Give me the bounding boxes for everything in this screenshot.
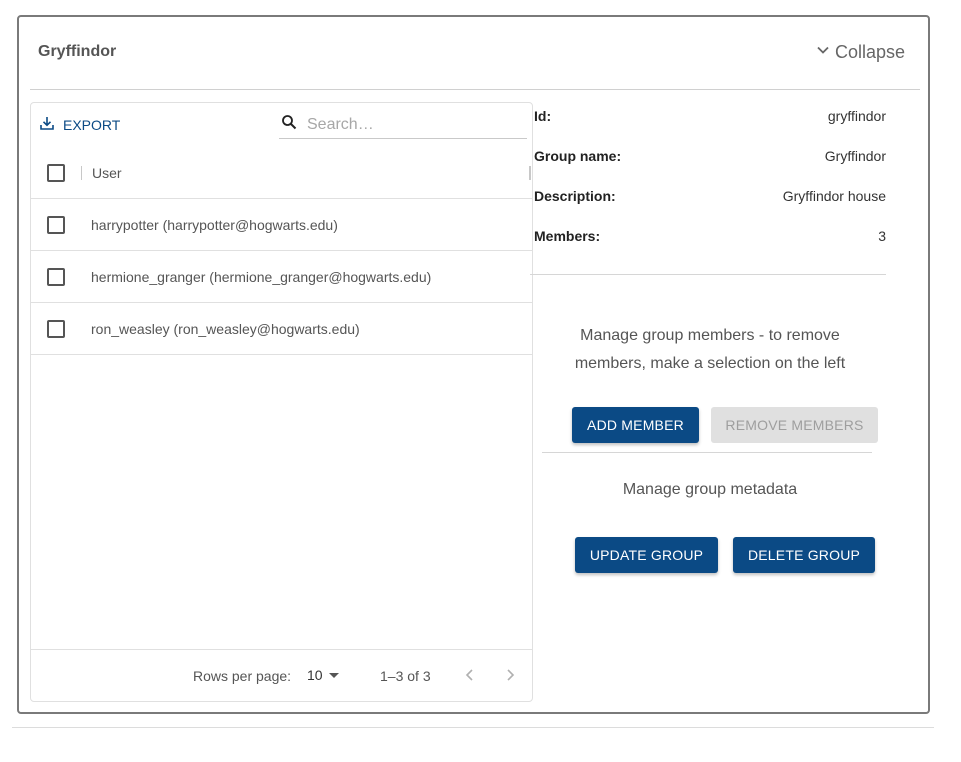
detail-row-description: Description: Gryffindor house <box>530 180 886 220</box>
detail-key: Id: <box>534 108 552 124</box>
collapse-label: Collapse <box>834 42 905 62</box>
manage-metadata-text: Manage group metadata <box>622 481 798 498</box>
delete-group-button[interactable]: DELETE GROUP <box>733 537 875 573</box>
header-divider <box>30 89 920 90</box>
detail-key: Group name: <box>534 148 622 164</box>
search-icon <box>281 114 297 135</box>
caret-down-icon <box>328 667 339 683</box>
detail-value: Gryffindor <box>824 148 886 164</box>
chevron-left-icon <box>465 669 473 681</box>
table-row[interactable]: harrypotter (harrypotter@hogwarts.edu) <box>31 199 532 251</box>
pagination-range: 1–3 of 3 <box>380 668 431 684</box>
rows-per-page-value: 10 <box>307 667 323 683</box>
group-title: Gryffindor <box>38 43 117 60</box>
column-separator <box>81 165 82 180</box>
chevron-down-icon <box>815 42 831 63</box>
user-cell: hermione_granger (hermione_granger@hogwa… <box>91 268 432 285</box>
page-divider <box>12 727 934 728</box>
next-page-button[interactable] <box>501 666 519 684</box>
detail-value: 3 <box>878 228 886 244</box>
grid-footer: Rows per page: 10 1–3 of 3 <box>31 649 532 702</box>
search-input[interactable] <box>305 114 505 135</box>
detail-row-group-name: Group name: Gryffindor <box>530 140 886 180</box>
search-box <box>279 111 527 139</box>
detail-value: gryffindor <box>827 108 886 124</box>
grid-toolbar: EXPORT <box>31 103 532 147</box>
add-member-button[interactable]: ADD MEMBER <box>572 407 699 443</box>
download-icon <box>39 115 55 134</box>
section-divider <box>542 452 872 453</box>
column-header-row: User <box>31 147 532 199</box>
export-label: EXPORT <box>63 116 121 133</box>
detail-row-members: Members: 3 <box>530 220 886 260</box>
detail-key: Members: <box>534 228 601 244</box>
row-checkbox[interactable] <box>47 215 65 234</box>
select-all-checkbox[interactable] <box>47 163 65 182</box>
chevron-right-icon <box>507 669 515 681</box>
update-group-button[interactable]: UPDATE GROUP <box>575 537 718 573</box>
user-cell: harrypotter (harrypotter@hogwarts.edu) <box>91 216 338 233</box>
remove-members-button: REMOVE MEMBERS <box>711 407 878 443</box>
card-header: Gryffindor Collapse <box>19 17 928 89</box>
rows-per-page-label: Rows per page: <box>193 668 292 684</box>
column-header-user[interactable]: User <box>92 165 122 181</box>
row-checkbox[interactable] <box>47 267 65 286</box>
table-row[interactable]: hermione_granger (hermione_granger@hogwa… <box>31 251 532 303</box>
export-button[interactable]: EXPORT <box>39 115 120 134</box>
manage-members-text: Manage group members - to remove members… <box>574 327 846 372</box>
table-row[interactable]: ron_weasley (ron_weasley@hogwarts.edu) <box>31 303 532 355</box>
user-cell: ron_weasley (ron_weasley@hogwarts.edu) <box>91 320 360 337</box>
details-divider <box>530 274 886 275</box>
row-checkbox[interactable] <box>47 319 65 338</box>
group-details: Id: gryffindor Group name: Gryffindor De… <box>530 100 886 260</box>
rows-per-page-select[interactable]: 10 <box>307 667 339 683</box>
detail-key: Description: <box>534 188 616 204</box>
collapse-button[interactable]: Collapse <box>815 42 905 63</box>
members-grid: EXPORT User harrypotter (harrypotter@hog… <box>30 102 533 702</box>
previous-page-button[interactable] <box>461 666 479 684</box>
detail-row-id: Id: gryffindor <box>530 100 886 140</box>
detail-value: Gryffindor house <box>782 188 886 204</box>
